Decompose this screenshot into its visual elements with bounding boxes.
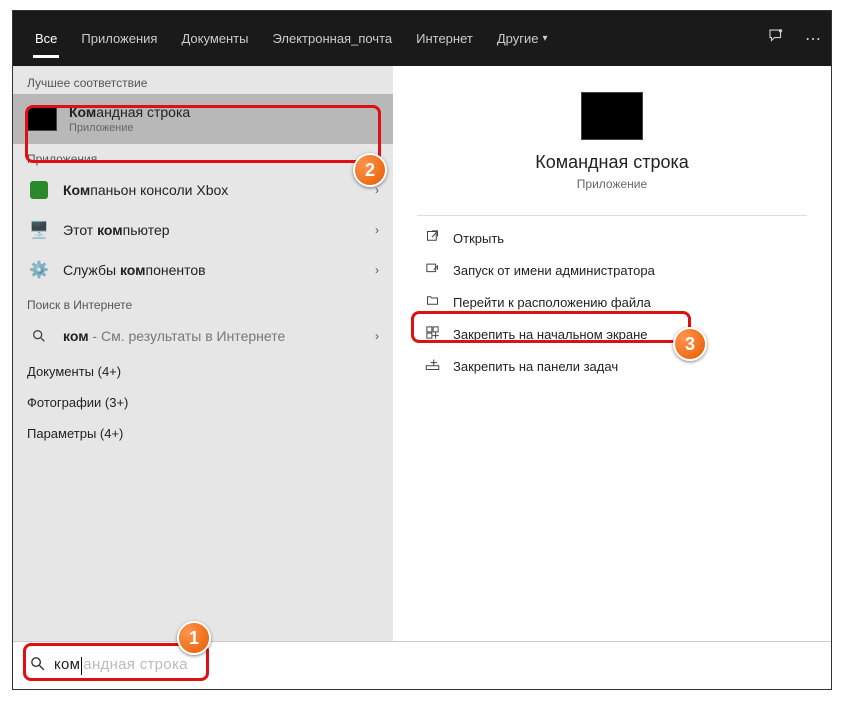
- search-filter-tabs: Все Приложения Документы Электронная_поч…: [13, 11, 831, 66]
- preview-title: Командная строка: [393, 152, 831, 173]
- section-apps: Приложения: [13, 144, 393, 170]
- result-component-services[interactable]: ⚙️ Службы компонентов ›: [13, 250, 393, 290]
- search-icon: [27, 324, 51, 348]
- action-pin-to-taskbar[interactable]: Закрепить на панели задач: [393, 350, 831, 382]
- more-icon[interactable]: ⋯: [805, 29, 821, 49]
- xbox-icon: [30, 181, 48, 199]
- folder-icon: [423, 293, 441, 311]
- section-web-search: Поиск в Интернете: [13, 290, 393, 316]
- tab-all[interactable]: Все: [23, 11, 69, 66]
- tab-documents[interactable]: Документы: [169, 11, 260, 66]
- chevron-right-icon: ›: [375, 329, 379, 343]
- results-panel: Лучшее соответствие Командная строка При…: [13, 66, 393, 641]
- result-this-pc[interactable]: 🖥️ Этот компьютер ›: [13, 210, 393, 250]
- feedback-icon[interactable]: [767, 27, 785, 50]
- result-documents-more[interactable]: Документы (4+): [13, 356, 393, 387]
- preview-subtitle: Приложение: [393, 177, 831, 191]
- section-best-match: Лучшее соответствие: [13, 68, 393, 94]
- chevron-right-icon: ›: [375, 223, 379, 237]
- pin-start-icon: [423, 325, 441, 343]
- result-settings-more[interactable]: Параметры (4+): [13, 418, 393, 449]
- search-icon: [29, 655, 46, 677]
- result-xbox-companion[interactable]: Компаньон консоли Xbox ›: [13, 170, 393, 210]
- pc-icon: 🖥️: [27, 218, 51, 242]
- action-open-file-location[interactable]: Перейти к расположению файла: [393, 286, 831, 318]
- chevron-right-icon: ›: [375, 263, 379, 277]
- preview-panel: Командная строка Приложение Открыть Запу…: [393, 66, 831, 641]
- divider: [417, 215, 807, 216]
- open-icon: [423, 229, 441, 247]
- cmd-icon: [27, 107, 57, 131]
- search-input[interactable]: командная строка: [54, 656, 188, 674]
- result-command-prompt[interactable]: Командная строка Приложение: [13, 94, 393, 144]
- pin-taskbar-icon: [423, 357, 441, 375]
- preview-cmd-icon: [581, 92, 643, 140]
- chevron-right-icon: ›: [375, 183, 379, 197]
- chevron-down-icon: ▾: [542, 33, 547, 44]
- tab-internet[interactable]: Интернет: [404, 11, 485, 66]
- action-open[interactable]: Открыть: [393, 222, 831, 254]
- action-run-as-admin[interactable]: Запуск от имени администратора: [393, 254, 831, 286]
- result-web-search[interactable]: ком - См. результаты в Интернете ›: [13, 316, 393, 356]
- tab-email[interactable]: Электронная_почта: [260, 11, 404, 66]
- admin-icon: [423, 261, 441, 279]
- tab-apps[interactable]: Приложения: [69, 11, 169, 66]
- component-services-icon: ⚙️: [27, 258, 51, 282]
- tab-other[interactable]: Другие▾: [485, 11, 560, 66]
- result-photos-more[interactable]: Фотографии (3+): [13, 387, 393, 418]
- action-pin-to-start[interactable]: Закрепить на начальном экране: [393, 318, 831, 350]
- search-bar[interactable]: командная строка: [13, 641, 831, 689]
